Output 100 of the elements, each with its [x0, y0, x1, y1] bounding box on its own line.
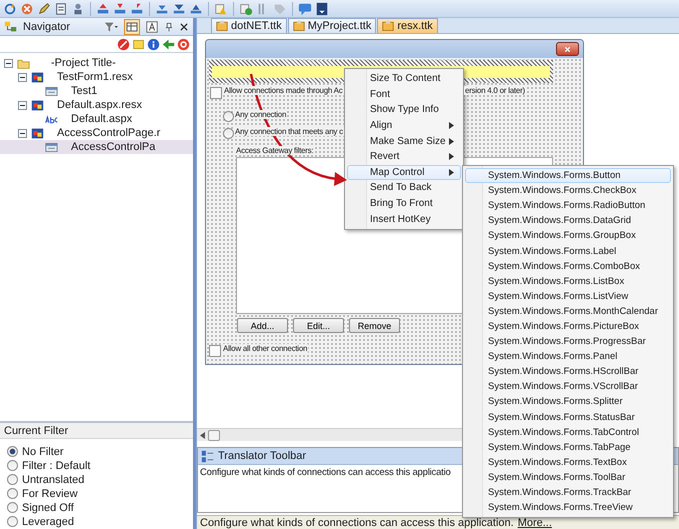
menu-item[interactable]: System.Windows.Forms.Label [465, 243, 671, 259]
menu-item[interactable]: System.Windows.Forms.TreeView [465, 500, 671, 516]
radio-button[interactable] [223, 128, 234, 139]
form-button[interactable]: Add... [237, 318, 288, 333]
filter-icon[interactable] [103, 20, 119, 34]
info-icon[interactable] [147, 38, 160, 50]
form-icon [30, 98, 45, 112]
radio-label[interactable]: Signed Off [22, 502, 74, 514]
menu-item[interactable]: Map Control [347, 164, 461, 180]
checkbox[interactable] [209, 345, 221, 357]
document-tab[interactable]: MyProject.ttk [288, 18, 376, 33]
radio-button[interactable] [7, 446, 18, 457]
form-button[interactable]: Edit... [293, 318, 344, 333]
pencil-icon[interactable] [37, 2, 51, 16]
menu-item[interactable]: System.Windows.Forms.ListBox [465, 274, 671, 289]
menu-item[interactable]: System.Windows.Forms.RadioButton [465, 198, 671, 214]
radio-button[interactable] [7, 474, 18, 485]
menu-item[interactable]: System.Windows.Forms.StatusBar [465, 410, 671, 425]
menu-item[interactable]: System.Windows.Forms.TextBox [465, 454, 671, 470]
horizontal-scrollbar[interactable] [197, 428, 465, 441]
grid-view-icon[interactable] [124, 18, 140, 34]
radio-label[interactable]: Leveraged [22, 516, 74, 528]
tree-item[interactable]: Test1 [0, 84, 193, 98]
document-tab[interactable]: dotNET.ttk [211, 18, 287, 33]
radio-label[interactable]: For Review [22, 488, 78, 500]
document-icon[interactable] [54, 2, 68, 16]
more-link[interactable]: More... [518, 516, 552, 528]
menu-item[interactable]: Show Type Info [347, 102, 461, 118]
radio-label[interactable]: No Filter [22, 446, 64, 458]
menu-item[interactable]: System.Windows.Forms.HScrollBar [465, 364, 671, 380]
menu-item[interactable]: System.Windows.Forms.Panel [465, 349, 671, 364]
close-button[interactable] [556, 42, 579, 56]
menu-item[interactable]: System.Windows.Forms.TrackBar [465, 484, 671, 500]
description-text: Configure what kinds of connections can access this applicatio [199, 466, 452, 480]
navigator-icon [4, 20, 18, 34]
resource-file-icon [292, 20, 305, 32]
radio-button[interactable] [7, 460, 18, 471]
tree-item[interactable]: TestForm1.resx [0, 70, 193, 84]
expander-icon[interactable] [18, 72, 27, 82]
add-icon[interactable] [239, 2, 253, 16]
tree-item[interactable]: Default.aspx.resx [0, 98, 193, 112]
panel-title: Navigator [23, 20, 72, 32]
tree-item[interactable]: AccessControlPage.r [0, 126, 193, 140]
warning-icon[interactable] [214, 2, 228, 16]
menu-item[interactable]: Send To Back [347, 180, 461, 196]
checkbox[interactable] [210, 87, 222, 99]
menu-item[interactable]: System.Windows.Forms.MonthCalendar [465, 304, 671, 319]
menu-item[interactable]: System.Windows.Forms.VScrollBar [465, 379, 671, 394]
tree-item[interactable]: AccessControlPa [0, 140, 193, 154]
menu-item[interactable]: System.Windows.Forms.ListView [465, 288, 671, 304]
menu-item[interactable]: System.Windows.Forms.ComboBox [465, 258, 671, 274]
form-button[interactable]: Remove [349, 318, 400, 333]
scroll-thumb[interactable] [208, 430, 220, 440]
panel-title: Current Filter [4, 424, 68, 436]
radio-button[interactable] [7, 516, 18, 527]
menu-item[interactable]: Make Same Size [347, 133, 461, 149]
tree-item[interactable]: Default.aspx [0, 112, 193, 126]
menu-item[interactable]: System.Windows.Forms.CheckBox [465, 183, 671, 198]
radio-label[interactable]: Untranslated [22, 474, 84, 486]
checkbox-label: Allow connections made through Ac [223, 86, 344, 95]
radio-label: Any connection that meets any c [234, 127, 344, 136]
left-arrow-icon[interactable] [162, 38, 175, 50]
menu-item[interactable]: System.Windows.Forms.ProgressBar [465, 334, 671, 350]
menu-item[interactable]: System.Windows.Forms.DataGrid [465, 213, 671, 228]
menu-item[interactable]: System.Windows.Forms.GroupBox [465, 228, 671, 244]
document-tab[interactable]: resx.ttk [377, 18, 438, 33]
panel-title: Translator Toolbar [218, 450, 306, 462]
menu-item[interactable]: System.Windows.Forms.Splitter [465, 394, 671, 410]
menu-item[interactable]: Bring To Front [347, 196, 461, 212]
radio-button[interactable] [7, 502, 18, 513]
tree-item[interactable]: -Project Title- [0, 56, 193, 70]
form-icon [30, 70, 45, 84]
delete-icon[interactable] [20, 2, 34, 16]
expander-icon[interactable] [18, 100, 27, 110]
refresh-icon[interactable] [3, 2, 17, 16]
menu-item[interactable]: System.Windows.Forms.ToolBar [465, 470, 671, 485]
menu-item[interactable]: System.Windows.Forms.TabControl [465, 424, 671, 440]
menu-item[interactable]: Revert [347, 148, 461, 165]
menu-item[interactable]: System.Windows.Forms.PictureBox [465, 318, 671, 334]
toolbar-icon [201, 450, 214, 462]
submenu-arrow-icon [449, 168, 454, 176]
menu-item[interactable]: Size To Content [347, 71, 461, 87]
expander-icon[interactable] [18, 128, 27, 138]
checkbox-label: ersion 4.0 or later) [464, 86, 526, 95]
menu-item[interactable]: Font [347, 86, 461, 102]
overflow-icon[interactable] [315, 2, 329, 16]
menu-item[interactable]: Insert HotKey [347, 211, 461, 227]
no-entry-icon[interactable] [117, 38, 130, 50]
stop-icon[interactable] [177, 38, 190, 50]
form-icon [30, 126, 45, 140]
expander-icon[interactable] [4, 58, 13, 68]
radio-label[interactable]: Filter : Default [22, 460, 90, 472]
note-icon[interactable] [132, 38, 145, 50]
menu-item[interactable]: System.Windows.Forms.TabPage [465, 440, 671, 455]
scroll-left-icon[interactable] [200, 432, 205, 438]
menu-item[interactable]: System.Windows.Forms.Button [465, 168, 671, 184]
radio-button[interactable] [223, 111, 234, 122]
radio-button[interactable] [7, 488, 18, 499]
menu-item[interactable]: Align [347, 118, 461, 134]
font-icon[interactable] [145, 20, 159, 34]
